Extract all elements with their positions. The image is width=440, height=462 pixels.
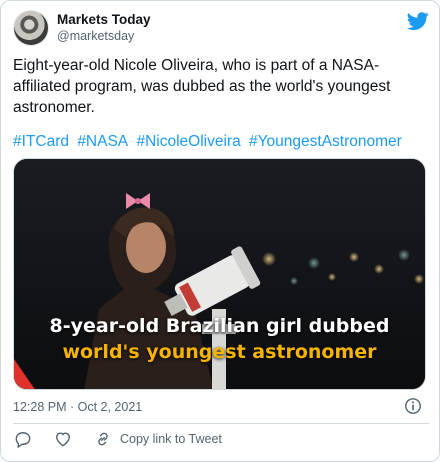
display-name[interactable]: Markets Today [57,11,151,28]
avatar[interactable] [13,10,49,46]
tweet-header: Markets Today @marketsday [13,10,429,46]
media-caption-line2: world's youngest astronomer [62,341,377,363]
hashtag-nasa[interactable]: #NASA [77,133,128,150]
tweet-card: Markets Today @marketsday Eight-year-old… [0,0,440,462]
media-caption-line1: 8-year-old Brazilian girl dubbed [49,315,390,337]
heart-icon[interactable] [53,429,73,449]
copy-link-button[interactable]: Copy link to Tweet [120,432,222,446]
handle[interactable]: @marketsday [57,28,151,44]
hashtag-list: #ITCard #NASA #NicoleOliveira #YoungestA… [13,131,433,152]
tweet-actions: Copy link to Tweet [13,429,313,451]
author-info[interactable]: Markets Today @marketsday [57,11,151,44]
hashtag-nicoleoliveira[interactable]: #NicoleOliveira [136,133,240,150]
reply-icon[interactable] [13,429,33,449]
twitter-bird-icon[interactable] [407,10,429,32]
tweet-media[interactable]: 8-year-old Brazilian girl dubbed world's… [13,158,426,390]
link-icon[interactable] [93,429,113,449]
tweet-text: Eight-year-old Nicole Oliveira, who is p… [13,57,391,116]
info-icon[interactable] [404,397,422,415]
hashtag-itcard[interactable]: #ITCard [13,133,69,150]
divider [13,423,429,424]
hashtag-youngestastronomer[interactable]: #YoungestAstronomer [249,133,402,150]
tweet-timestamp[interactable]: 12:28 PM · Oct 2, 2021 [13,400,142,414]
